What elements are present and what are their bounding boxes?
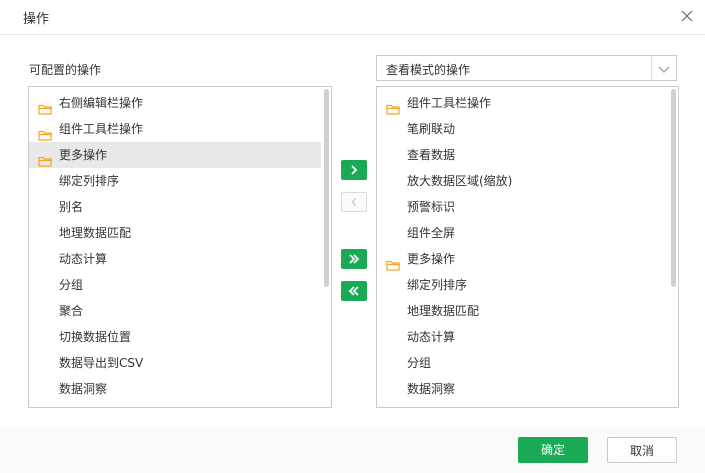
- available-item-label: 切换数据位置: [59, 330, 132, 344]
- view-mode-list-item[interactable]: 预警标识: [377, 194, 668, 220]
- folder-icon: [386, 254, 401, 271]
- ok-button[interactable]: 确定: [518, 437, 588, 463]
- available-list-item[interactable]: 地理数据匹配: [29, 220, 321, 246]
- available-list-item[interactable]: 动态计算: [29, 246, 321, 272]
- view-mode-list-item[interactable]: 动态计算: [377, 324, 668, 350]
- dialog-footer: [0, 425, 705, 473]
- available-item-label: 别名: [59, 200, 84, 214]
- available-operations-items: 右侧编辑栏操作 组件工具栏操作 更多操作绑定列排序别名地理数据匹配 动态计算分组聚合切…: [29, 90, 321, 402]
- view-mode-item-label: 组件工具栏操作: [407, 96, 492, 110]
- move-all-left-button[interactable]: [341, 281, 367, 301]
- chevron-down-icon[interactable]: [658, 63, 670, 73]
- double-chevron-left-icon: [348, 286, 359, 296]
- right-list-scrollbar[interactable]: [671, 89, 676, 287]
- double-chevron-right-icon: [349, 254, 360, 264]
- available-item-label: 分组: [59, 278, 84, 292]
- folder-icon: [38, 98, 53, 115]
- view-mode-list-item[interactable]: 地理数据匹配: [377, 298, 668, 324]
- available-list-item[interactable]: 别名: [29, 194, 321, 220]
- available-item-label: 聚合: [59, 304, 84, 318]
- view-mode-item-label: 绑定列排序: [407, 278, 468, 292]
- view-mode-operations-list[interactable]: 组件工具栏操作 笔刷联动查看数据放大数据区域(缩放) 预警标识组件全屏更多操作绑定列…: [376, 86, 679, 408]
- view-mode-item-label: 放大数据区域(缩放): [407, 174, 513, 188]
- cancel-button[interactable]: 取消: [607, 437, 677, 463]
- view-mode-list-item[interactable]: 查看数据: [377, 142, 668, 168]
- view-mode-folder-item[interactable]: 更多操作: [377, 246, 668, 272]
- folder-icon: [38, 124, 53, 141]
- view-mode-item-label: 分组: [407, 356, 432, 370]
- available-item-label: 绑定列排序: [59, 174, 120, 188]
- mode-select-value: 查看模式的操作: [386, 63, 471, 77]
- move-right-button[interactable]: [341, 160, 367, 180]
- available-item-label: 数据导出到CSV: [59, 356, 144, 370]
- select-divider: [651, 56, 652, 80]
- available-item-label: 右侧编辑栏操作: [59, 96, 144, 110]
- configurable-operations-label: 可配置的操作: [29, 63, 102, 77]
- operations-dialog: 操作 可配置的操作 查看模式的操作 右侧编辑栏操作 组件工具栏操作 更多操作 绑定列排…: [0, 0, 705, 473]
- view-mode-item-label: 笔刷联动: [407, 122, 456, 136]
- available-operations-list[interactable]: 右侧编辑栏操作 组件工具栏操作 更多操作绑定列排序别名地理数据匹配 动态计算分组聚合切…: [28, 86, 332, 408]
- available-list-item[interactable]: 数据洞察: [29, 376, 321, 402]
- view-mode-item-label: 查看数据: [407, 148, 456, 162]
- view-mode-list-item[interactable]: 绑定列排序: [377, 272, 668, 298]
- view-mode-item-label: 动态计算: [407, 330, 456, 344]
- view-mode-item-label: 预警标识: [407, 200, 456, 214]
- view-mode-list-item[interactable]: 数据洞察: [377, 376, 668, 402]
- chevron-right-icon: [351, 165, 358, 175]
- dialog-header: 操作: [0, 0, 705, 35]
- view-mode-list-item[interactable]: 放大数据区域(缩放): [377, 168, 668, 194]
- close-icon[interactable]: [677, 6, 697, 26]
- available-item-label: 更多操作: [59, 148, 108, 162]
- available-item-label: 数据洞察: [59, 382, 108, 396]
- view-mode-folder-item[interactable]: 组件工具栏操作: [377, 90, 668, 116]
- available-item-label: 动态计算: [59, 252, 108, 266]
- view-mode-item-label: 更多操作: [407, 252, 456, 266]
- left-list-scrollbar[interactable]: [324, 89, 329, 287]
- folder-icon: [38, 150, 53, 167]
- available-folder-item[interactable]: 右侧编辑栏操作: [29, 90, 321, 116]
- view-mode-list-item[interactable]: 笔刷联动: [377, 116, 668, 142]
- available-list-item[interactable]: 绑定列排序: [29, 168, 321, 194]
- view-mode-list-item[interactable]: 分组: [377, 350, 668, 376]
- available-folder-item[interactable]: 组件工具栏操作: [29, 116, 321, 142]
- folder-icon: [386, 98, 401, 115]
- mode-select[interactable]: 查看模式的操作: [376, 55, 677, 81]
- available-list-item[interactable]: 聚合: [29, 298, 321, 324]
- move-all-right-button[interactable]: [341, 249, 367, 269]
- available-item-label: 组件工具栏操作: [59, 122, 144, 136]
- view-mode-operations-items: 组件工具栏操作 笔刷联动查看数据放大数据区域(缩放) 预警标识组件全屏更多操作绑定列…: [377, 90, 668, 402]
- available-folder-item[interactable]: 更多操作: [29, 142, 321, 168]
- view-mode-list-item[interactable]: 组件全屏: [377, 220, 668, 246]
- available-list-item[interactable]: 切换数据位置: [29, 324, 321, 350]
- available-item-label: 地理数据匹配: [59, 226, 132, 240]
- dialog-title: 操作: [23, 12, 50, 27]
- view-mode-item-label: 组件全屏: [407, 226, 456, 240]
- available-list-item[interactable]: 数据导出到CSV: [29, 350, 321, 376]
- view-mode-item-label: 数据洞察: [407, 382, 456, 396]
- view-mode-item-label: 地理数据匹配: [407, 304, 480, 318]
- available-list-item[interactable]: 分组: [29, 272, 321, 298]
- move-left-button[interactable]: [341, 192, 367, 212]
- chevron-left-icon: [351, 198, 356, 206]
